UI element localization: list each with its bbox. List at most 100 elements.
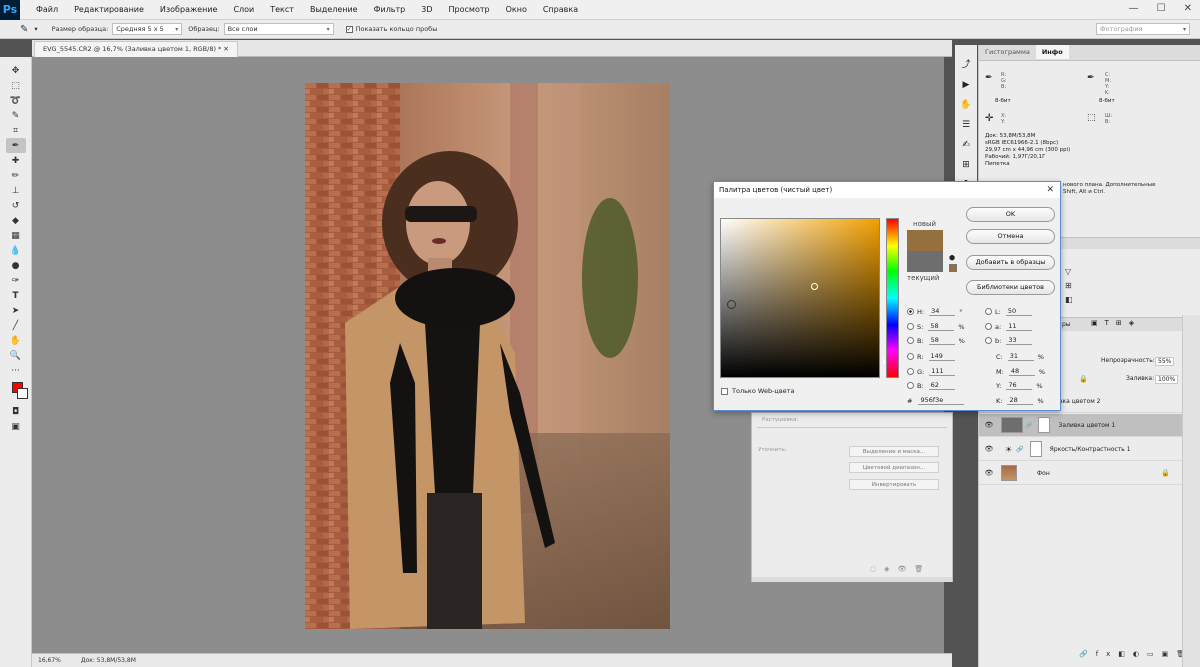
cancel-button[interactable]: Отмена <box>966 229 1055 244</box>
hue-slider[interactable] <box>883 218 899 378</box>
layer-row[interactable]: 👁 Фон 🔒 <box>979 462 1182 485</box>
visibility-eye-icon[interactable]: 👁 <box>983 445 995 453</box>
feather-slider[interactable] <box>757 427 947 428</box>
green-value[interactable]: 111 <box>929 367 956 376</box>
opacity-field[interactable]: 55% <box>1155 357 1175 366</box>
menu-window[interactable]: Окно <box>498 5 535 14</box>
saturation-brightness-field[interactable] <box>720 218 880 378</box>
pen-tool-icon[interactable]: ✑ <box>6 273 26 288</box>
gradient-tool-icon[interactable]: ▦ <box>6 228 26 243</box>
document-photo[interactable] <box>305 83 670 629</box>
black-value[interactable]: 28 <box>1007 396 1034 405</box>
lab-b-radio[interactable] <box>985 337 992 344</box>
crop-tool-icon[interactable]: ⌗ <box>6 123 26 138</box>
quick-mask-icon[interactable]: ◘ <box>6 404 26 419</box>
invert-button[interactable]: Инвертировать <box>849 479 939 490</box>
green-radio[interactable] <box>907 368 914 375</box>
close-tab-icon[interactable]: ✕ <box>223 45 228 53</box>
saturation-value[interactable]: 58 <box>928 322 955 331</box>
workspace-select[interactable]: Фотография ▾ <box>1096 23 1190 35</box>
marquee-tool-icon[interactable]: ⬚ <box>6 78 26 93</box>
menu-help[interactable]: Справка <box>535 5 586 14</box>
panel-resize-bar[interactable] <box>752 577 952 582</box>
saturation-radio[interactable] <box>907 323 914 330</box>
layers-scrollbar[interactable] <box>1182 315 1200 667</box>
background-color-swatch[interactable] <box>17 388 28 399</box>
add-to-swatches-button[interactable]: Добавить в образцы <box>966 255 1055 270</box>
cyan-value[interactable]: 31 <box>1007 352 1034 361</box>
screen-mode-icon[interactable]: ▣ <box>6 419 26 434</box>
tab-info[interactable]: Инфо <box>1035 45 1069 59</box>
channel-mixer-icon[interactable]: ⊞ <box>1065 281 1072 290</box>
stamp-tool-icon[interactable]: ⊥ <box>6 183 26 198</box>
lasso-tool-icon[interactable]: ➰ <box>6 93 26 108</box>
fill-field[interactable]: 100% <box>1155 375 1179 384</box>
move-tool-icon[interactable]: ✥ <box>6 63 26 78</box>
gamut-warning-icon[interactable]: ⬢ <box>949 254 955 262</box>
path-select-tool-icon[interactable]: ➤ <box>6 303 26 318</box>
blue-value[interactable]: 62 <box>928 381 955 390</box>
type-tool-icon[interactable]: T <box>6 288 26 303</box>
select-and-mask-button[interactable]: Выделение и маска... <box>849 446 939 457</box>
hand-tool-icon[interactable]: ✋ <box>6 333 26 348</box>
current-color-swatch[interactable] <box>907 251 943 272</box>
tab-histogram[interactable]: Гистограмма <box>979 45 1036 59</box>
visibility-eye-icon[interactable]: 👁 <box>983 421 995 429</box>
zoom-level[interactable]: 16,67% <box>38 657 61 664</box>
layer-row[interactable]: 👁 ☀ 🔗 Яркость/Контрастность 1 <box>979 438 1182 461</box>
invert-adjustment-icon[interactable]: ▽ <box>1065 267 1071 276</box>
menu-view[interactable]: Просмотр <box>441 5 498 14</box>
menu-layers[interactable]: Слои <box>225 5 262 14</box>
sample-select[interactable]: Все слои ▾ <box>223 23 334 35</box>
lab-b-value[interactable]: 33 <box>1006 336 1033 345</box>
brightness-radio[interactable] <box>907 337 914 344</box>
brightness-value[interactable]: 58 <box>928 336 955 345</box>
hue-value[interactable]: 34 <box>929 307 956 316</box>
minimize-icon[interactable]: — <box>1129 3 1139 14</box>
close-icon[interactable]: ✕ <box>1184 3 1192 14</box>
lab-l-radio[interactable] <box>985 308 992 315</box>
actions-play-icon[interactable]: ▶ <box>955 75 977 95</box>
ok-button[interactable]: OK <box>966 207 1055 222</box>
red-value[interactable]: 149 <box>928 352 955 361</box>
lock-icon[interactable]: 🔒 <box>1079 375 1088 383</box>
hue-slider-arrow[interactable] <box>883 359 886 365</box>
show-ring-checkbox[interactable]: ✓ <box>345 25 353 33</box>
zoom-tool-icon[interactable]: 🔍 <box>6 348 26 363</box>
quick-select-tool-icon[interactable]: ✎ <box>6 108 26 123</box>
tool-presets-icon[interactable]: ✋ <box>955 95 977 115</box>
eraser-tool-icon[interactable]: ◆ <box>6 213 26 228</box>
close-icon[interactable]: ✕ <box>1046 182 1054 198</box>
menu-select[interactable]: Выделение <box>302 5 366 14</box>
hex-value[interactable]: 956f3e <box>918 396 965 405</box>
magenta-value[interactable]: 48 <box>1008 367 1035 376</box>
layer-row[interactable]: 👁 🔗 Заливка цветом 1 <box>979 414 1182 437</box>
brush-tool-icon[interactable]: ✏ <box>6 168 26 183</box>
yellow-value[interactable]: 76 <box>1006 381 1033 390</box>
properties-footer-icons[interactable]: ◌◈👁🗑 <box>870 565 931 573</box>
brush-settings-icon[interactable]: ✍ <box>955 135 977 155</box>
menu-filter[interactable]: Фильтр <box>366 5 414 14</box>
maximize-icon[interactable]: ☐ <box>1157 3 1166 14</box>
layers-footer-icons[interactable]: 🔗fx◧◐▭▣🗑 <box>1079 650 1193 658</box>
history-icon[interactable]: ⤴ <box>955 55 977 75</box>
color-libraries-button[interactable]: Библиотеки цветов <box>966 280 1055 295</box>
menu-edit[interactable]: Редактирование <box>66 5 152 14</box>
sample-size-select[interactable]: Средняя 5 x 5 ▾ <box>112 23 183 35</box>
healing-tool-icon[interactable]: ✚ <box>6 153 26 168</box>
lab-a-value[interactable]: 11 <box>1006 322 1033 331</box>
menu-image[interactable]: Изображение <box>152 5 226 14</box>
dodge-tool-icon[interactable]: ● <box>6 258 26 273</box>
more-tools-icon[interactable]: ··· <box>6 363 26 378</box>
line-tool-icon[interactable]: ╱ <box>6 318 26 333</box>
menu-type[interactable]: Текст <box>262 5 302 14</box>
hue-radio[interactable] <box>907 308 914 315</box>
menu-file[interactable]: Файл <box>28 5 66 14</box>
color-range-button[interactable]: Цветовой диапазон... <box>849 462 939 473</box>
lab-l-value[interactable]: 50 <box>1005 307 1032 316</box>
history-brush-icon[interactable]: ↺ <box>6 198 26 213</box>
visibility-eye-icon[interactable]: 👁 <box>983 469 995 477</box>
web-safe-swatch-icon[interactable] <box>949 264 957 272</box>
menu-3d[interactable]: 3D <box>413 5 440 14</box>
layer-filter-icons[interactable]: ▣T⊞◈ <box>1091 319 1141 327</box>
